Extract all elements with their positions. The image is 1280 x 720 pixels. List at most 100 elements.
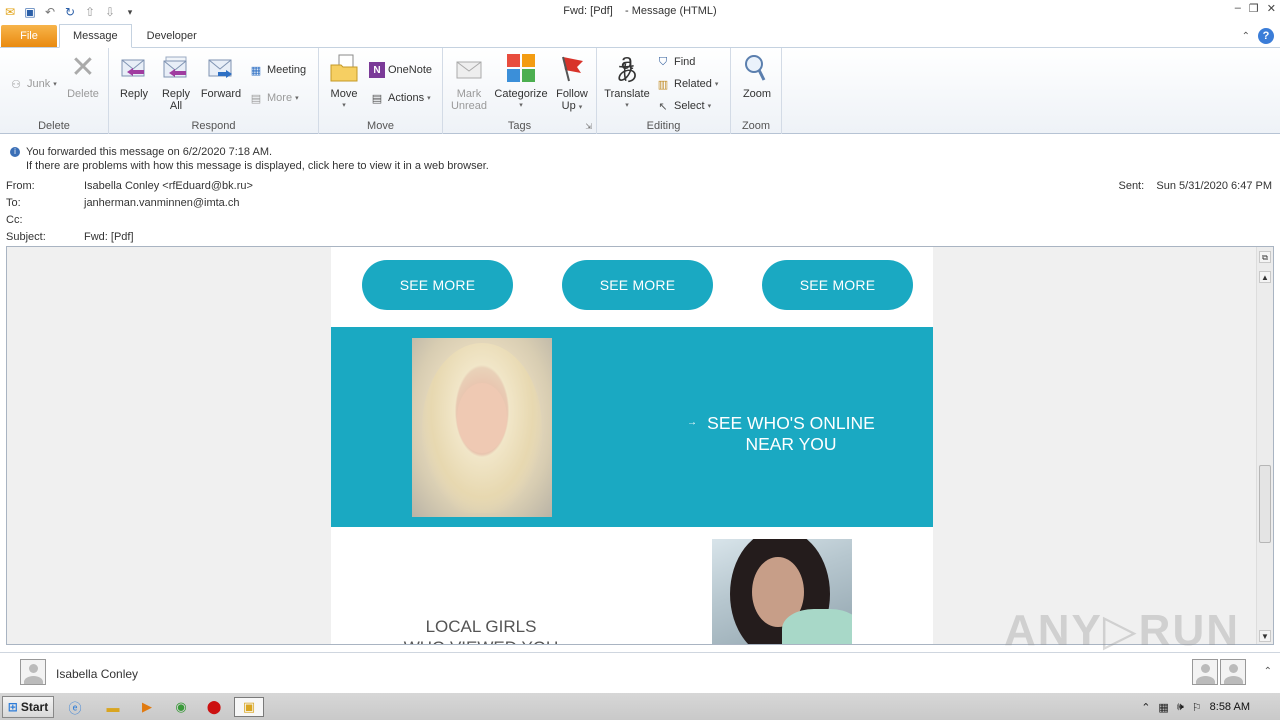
previous-item-icon[interactable]: ⇧ xyxy=(82,4,98,20)
actions-button[interactable]: ▤ Actions ▾ xyxy=(369,90,431,106)
categorize-icon xyxy=(505,52,537,84)
online-banner[interactable]: → SEE WHO'S ONLINE NEAR YOU xyxy=(331,327,933,527)
ie-icon[interactable]: ⓔ xyxy=(64,697,86,717)
vertical-scrollbar[interactable]: ⧉ ▲ ▼ xyxy=(1256,247,1273,644)
people-pane: Isabella Conley ⌃ xyxy=(0,652,1280,690)
expand-people-pane-icon[interactable]: ⌃ xyxy=(1264,666,1272,677)
mark-unread-label-line2: Unread xyxy=(450,100,488,112)
forward-button[interactable]: Forward xyxy=(199,52,243,100)
actions-caret-icon: ▾ xyxy=(427,95,431,102)
action-center-flag-icon[interactable]: ⚐ xyxy=(1192,701,1202,714)
chrome-icon[interactable]: ◉ xyxy=(170,697,192,717)
tab-developer[interactable]: Developer xyxy=(134,25,210,47)
local-girls-heading[interactable]: LOCAL GIRLS WHO VIEWED YOU xyxy=(371,616,591,644)
info-icon: i xyxy=(10,147,20,158)
collapse-ribbon-icon[interactable]: ⌃ xyxy=(1242,31,1250,42)
follow-up-button[interactable]: Follow Up ▾ xyxy=(553,52,591,114)
see-more-button[interactable]: SEE MORE xyxy=(762,260,913,310)
outlook-taskbar-icon[interactable]: ▣ xyxy=(234,697,264,717)
more-caret-icon: ▾ xyxy=(295,95,299,102)
restore-icon[interactable]: ❐ xyxy=(1249,2,1259,15)
tags-dialog-launcher-icon[interactable]: ⇲ xyxy=(585,122,592,131)
save-icon[interactable]: ▣ xyxy=(22,4,38,20)
help-icon[interactable]: ? xyxy=(1258,28,1274,44)
translate-button[interactable]: aあ Translate ▾ xyxy=(601,51,653,112)
see-more-button[interactable]: SEE MORE xyxy=(562,260,713,310)
select-button[interactable]: ↖ Select ▾ xyxy=(655,98,711,114)
editing-group-label: Editing xyxy=(646,120,681,132)
follow-up-label-line1: Follow xyxy=(556,88,588,100)
delete-x-icon: ✕ xyxy=(70,51,96,84)
redo-icon[interactable]: ↻ xyxy=(62,4,78,20)
junk-button[interactable]: ⚇ Junk ▾ xyxy=(8,76,57,92)
related-label: Related xyxy=(674,78,712,90)
network-icon[interactable]: ▦ xyxy=(1158,701,1168,714)
reply-button[interactable]: Reply xyxy=(115,52,153,100)
tab-message[interactable]: Message xyxy=(59,24,132,48)
info-view-in-browser[interactable]: If there are problems with how this mess… xyxy=(26,160,489,172)
reply-all-icon xyxy=(160,52,192,84)
more-button[interactable]: ▤ More ▾ xyxy=(248,90,299,106)
scrollbar-thumb[interactable] xyxy=(1259,465,1271,543)
tab-file[interactable]: File xyxy=(1,25,57,47)
magnifier-icon xyxy=(741,52,773,84)
window-controls: – ❐ ✕ xyxy=(1235,2,1276,15)
start-button[interactable]: ⊞ Start xyxy=(2,696,54,718)
close-icon[interactable]: ✕ xyxy=(1267,2,1276,15)
from-value[interactable]: Isabella Conley <rfEduard@bk.ru> xyxy=(84,180,253,192)
next-item-icon[interactable]: ⇩ xyxy=(102,4,118,20)
profile-photo-blonde[interactable] xyxy=(412,338,552,517)
from-row: From: Isabella Conley <rfEduard@bk.ru> xyxy=(6,180,253,192)
minimize-icon[interactable]: – xyxy=(1235,2,1241,15)
find-label: Find xyxy=(674,56,696,68)
explorer-folder-icon[interactable]: ▬ xyxy=(102,697,124,717)
contact-avatar[interactable] xyxy=(1220,659,1246,685)
see-more-button[interactable]: SEE MORE xyxy=(362,260,513,310)
customize-qat-icon[interactable]: ▾ xyxy=(122,4,138,20)
ribbon-tabs: File Message Developer ⌃ ? xyxy=(0,24,1280,48)
undo-icon[interactable]: ↶ xyxy=(42,4,58,20)
message-body-frame[interactable]: SEE MORE SEE MORE SEE MORE → SEE WHO'S O… xyxy=(6,246,1274,645)
respond-group-label: Respond xyxy=(191,120,236,132)
to-row: To: janherman.vanminnen@imta.ch xyxy=(6,197,239,209)
forward-label: Forward xyxy=(200,88,242,100)
email-content: SEE MORE SEE MORE SEE MORE → SEE WHO'S O… xyxy=(331,247,933,644)
move-label: Move xyxy=(330,88,358,100)
avatar-body-shape xyxy=(1224,676,1243,684)
scroll-down-arrow-icon[interactable]: ▼ xyxy=(1259,630,1271,642)
sent-label: Sent: xyxy=(1118,180,1145,192)
to-value[interactable]: janherman.vanminnen@imta.ch xyxy=(84,197,239,209)
clock[interactable]: 8:58 AM xyxy=(1210,701,1250,713)
delete-button[interactable]: ✕ Delete xyxy=(64,51,102,101)
categorize-button[interactable]: Categorize ▾ xyxy=(493,52,549,112)
meeting-button[interactable]: ▦ Meeting xyxy=(248,62,306,78)
opera-icon[interactable]: ⬤ xyxy=(203,697,225,717)
people-pane-name[interactable]: Isabella Conley xyxy=(56,667,138,681)
subject-label: Subject: xyxy=(6,231,46,243)
move-button[interactable]: Move ▾ xyxy=(325,52,363,112)
scroll-options-icon[interactable]: ⧉ xyxy=(1259,251,1271,263)
scroll-up-arrow-icon[interactable]: ▲ xyxy=(1259,271,1271,283)
sender-avatar[interactable] xyxy=(20,659,46,685)
title-bar: ✉ ▣ ↶ ↻ ⇧ ⇩ ▾ Fwd: [Pdf] - Message (HTML… xyxy=(0,0,1280,24)
info-forwarded-text: You forwarded this message on 6/2/2020 7… xyxy=(26,146,273,158)
local-text-line1: LOCAL GIRLS xyxy=(425,617,537,636)
start-label: Start xyxy=(20,700,49,714)
windows-logo-icon: ⊞ xyxy=(7,700,18,714)
contact-avatar[interactable] xyxy=(1192,659,1218,685)
mark-unread-button[interactable]: Mark Unread xyxy=(449,52,489,112)
reply-all-button[interactable]: Reply All xyxy=(157,52,195,112)
from-label: From: xyxy=(6,180,35,192)
related-button[interactable]: ▥ Related ▾ xyxy=(655,76,719,92)
zoom-group-label: Zoom xyxy=(741,120,771,132)
volume-icon[interactable]: 🕪 xyxy=(1177,701,1184,714)
categorize-label: Categorize xyxy=(494,88,548,100)
onenote-button[interactable]: N OneNote xyxy=(369,62,432,78)
media-player-icon[interactable]: ▶ xyxy=(136,697,158,717)
see-whos-online-link[interactable]: SEE WHO'S ONLINE NEAR YOU xyxy=(681,413,901,455)
tags-group-label: Tags xyxy=(507,120,532,132)
tray-expand-icon[interactable]: ⌃ xyxy=(1141,701,1150,714)
profile-photo-brunette[interactable] xyxy=(712,539,852,644)
find-button[interactable]: ⛉ Find xyxy=(655,54,696,70)
zoom-button[interactable]: Zoom xyxy=(738,52,776,100)
